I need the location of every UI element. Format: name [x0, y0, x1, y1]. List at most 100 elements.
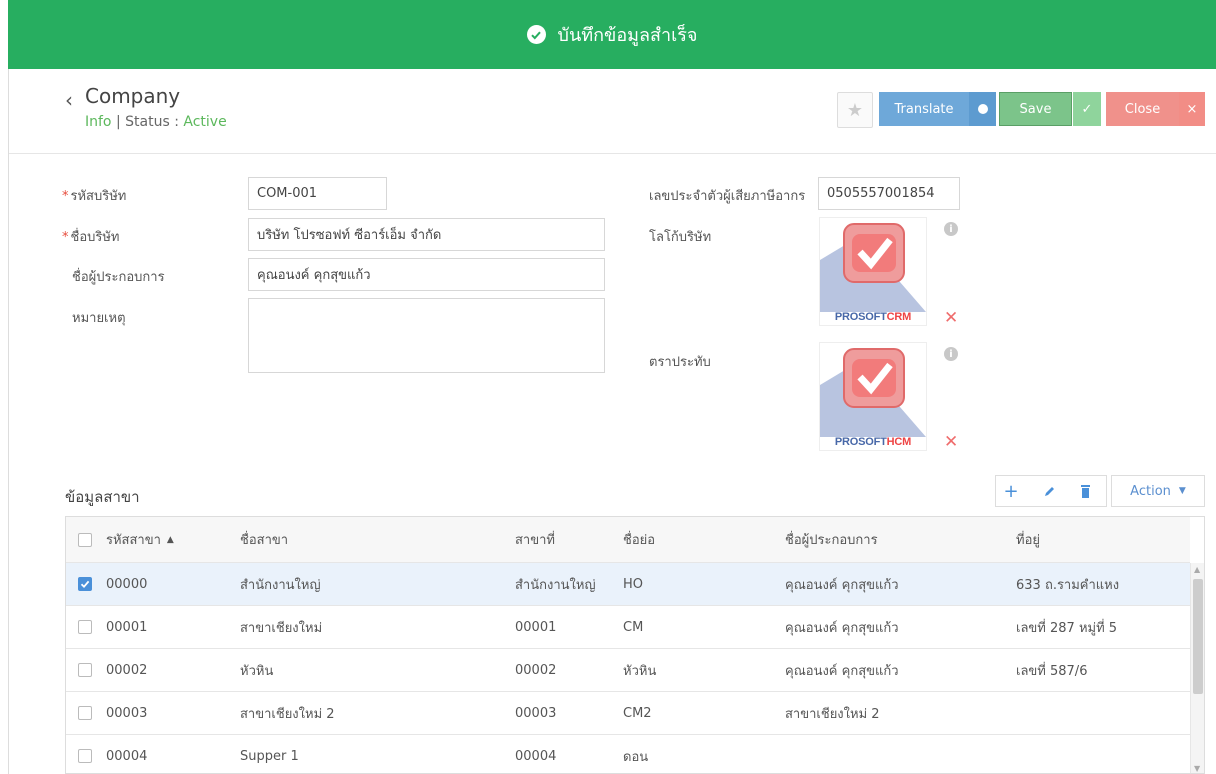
sort-asc-icon: ▲: [166, 534, 174, 545]
scrollbar-thumb[interactable]: [1193, 579, 1203, 694]
checkmark-icon: [80, 580, 90, 589]
cell-name: Supper 1: [240, 748, 299, 764]
cell-branch-no: สำนักงานใหญ่: [515, 577, 596, 593]
page-title: Company: [85, 84, 181, 108]
company-name-label: * ชื่อบริษัท: [62, 230, 120, 245]
scroll-down-icon[interactable]: ▼: [1194, 764, 1200, 773]
translate-globe-button[interactable]: [969, 92, 996, 126]
logo-wordmark: PROSOFTCRM: [834, 311, 912, 323]
action-label: Action: [1130, 483, 1171, 499]
pencil-icon: [1044, 486, 1054, 496]
required-marker: *: [62, 189, 69, 204]
cell-code: 00004: [106, 748, 148, 764]
cell-operator: สาขาเชียงใหม่ 2: [785, 706, 880, 722]
add-branch-button[interactable]: +: [995, 475, 1027, 507]
row-checkbox[interactable]: [78, 620, 92, 634]
branch-table: รหัสสาขา ▲ ชื่อสาขา สาขาที่ ชื่อย่อ ชื่อ…: [65, 516, 1205, 774]
column-header-operator[interactable]: ชื่อผู้ประกอบการ: [785, 517, 878, 562]
row-checkbox[interactable]: [78, 663, 92, 677]
table-row[interactable]: 00002 หัวหิน 00002 หัวหิน คุณอนงค์ คุกสุขแก้…: [66, 649, 1190, 692]
close-icon: ×: [1186, 101, 1198, 117]
remove-stamp-icon[interactable]: ✕: [944, 432, 958, 452]
column-header-name[interactable]: ชื่อสาขา: [240, 517, 288, 562]
status-value: Active: [183, 114, 227, 130]
note-textarea[interactable]: [248, 298, 605, 373]
delete-branch-button[interactable]: [1069, 475, 1101, 507]
column-header-abbr[interactable]: ชื่อย่อ: [623, 517, 655, 562]
logo-graphic: [820, 223, 926, 312]
save-check-button[interactable]: ✓: [1073, 92, 1101, 126]
close-button[interactable]: Close: [1106, 92, 1179, 126]
save-button[interactable]: Save: [999, 92, 1072, 126]
table-scrollbar[interactable]: ▲ ▼: [1190, 563, 1204, 773]
column-header-address[interactable]: ที่อยู่: [1016, 517, 1040, 562]
breadcrumb: Info | Status : Active: [85, 114, 227, 130]
info-icon[interactable]: i: [944, 347, 958, 361]
cell-name: สาขาเชียงใหม่: [240, 620, 323, 636]
operator-label: ชื่อผู้ประกอบการ: [72, 270, 165, 285]
company-name-input[interactable]: บริษัท โปรซอฟท์ ซีอาร์เอ็ม จำกัด: [248, 218, 605, 251]
table-row[interactable]: 00001 สาขาเชียงใหม่ 00001 CM คุณอนงค์ คุกสุข…: [66, 606, 1190, 649]
tax-id-input[interactable]: 0505557001854: [818, 177, 960, 210]
stamp-label: ตราประทับ: [649, 355, 711, 370]
select-all-checkbox[interactable]: [78, 533, 92, 547]
success-toast: บันทึกข้อมูลสำเร็จ: [8, 0, 1216, 69]
row-checkbox[interactable]: [78, 749, 92, 763]
cell-code: 00003: [106, 705, 148, 721]
company-code-input[interactable]: COM-001: [248, 177, 387, 210]
status-colon: :: [174, 114, 179, 130]
chevron-left-icon[interactable]: ‹: [65, 88, 73, 112]
row-checkbox[interactable]: [78, 577, 92, 591]
table-header-row: รหัสสาขา ▲ ชื่อสาขา สาขาที่ ชื่อย่อ ชื่อ…: [66, 517, 1190, 563]
status-label: Status: [125, 114, 170, 130]
table-row[interactable]: 00003 สาขาเชียงใหม่ 2 00003 CM2 สาขาเชียงใหม…: [66, 692, 1190, 735]
cell-abbr: CM2: [623, 705, 652, 721]
cell-code: 00001: [106, 619, 148, 635]
table-row[interactable]: 00004 Supper 1 00004 ดอน: [66, 735, 1190, 773]
company-logo-image[interactable]: PROSOFTCRM: [819, 217, 927, 326]
table-row[interactable]: 00000 สำนักงานใหญ่ สำนักงานใหญ่ HO คุณอนงค์ …: [66, 563, 1190, 606]
translate-button[interactable]: Translate: [879, 92, 969, 126]
company-stamp-image[interactable]: PROSOFTHCM: [819, 342, 927, 451]
cell-operator: คุณอนงค์ คุกสุขแก้ว: [785, 663, 899, 679]
trash-icon: [1080, 484, 1090, 498]
cell-branch-no: 00004: [515, 748, 557, 764]
remove-logo-icon[interactable]: ✕: [944, 308, 958, 328]
stamp-graphic: [820, 348, 926, 437]
cell-abbr: HO: [623, 576, 644, 592]
translate-label: Translate: [894, 101, 954, 117]
cell-address: 633 ถ.รามคำแหง: [1016, 577, 1120, 593]
toast-message: บันทึกข้อมูลสำเร็จ: [557, 25, 698, 46]
cell-name: หัวหิน: [240, 663, 274, 679]
breadcrumb-separator: |: [115, 114, 121, 130]
check-circle-icon: [526, 25, 546, 44]
close-label: Close: [1124, 101, 1161, 117]
row-checkbox[interactable]: [78, 706, 92, 720]
info-link[interactable]: Info: [85, 114, 112, 130]
required-marker: *: [62, 230, 69, 245]
cell-code: 00002: [106, 662, 148, 678]
caret-down-icon: ▼: [1178, 486, 1186, 496]
note-label: หมายเหตุ: [72, 311, 126, 326]
tax-id-label: เลขประจำตัวผู้เสียภาษีอากร: [649, 189, 806, 204]
close-x-button[interactable]: ×: [1179, 92, 1205, 126]
company-code-label: * รหัสบริษัท: [62, 189, 127, 204]
scroll-up-icon[interactable]: ▲: [1194, 565, 1200, 574]
column-header-branch-no[interactable]: สาขาที่: [515, 517, 555, 562]
cell-code: 00000: [106, 576, 148, 592]
favorite-star-button[interactable]: ★: [837, 92, 873, 128]
operator-input[interactable]: คุณอนงค์ คุกสุขแก้ว: [248, 258, 605, 291]
cell-address: เลขที่ 587/6: [1016, 663, 1088, 679]
action-dropdown[interactable]: Action ▼: [1111, 475, 1205, 507]
cell-address: เลขที่ 287 หมู่ที่ 5: [1016, 620, 1118, 636]
check-icon: ✓: [1081, 101, 1093, 117]
info-icon[interactable]: i: [944, 222, 958, 236]
cell-operator: คุณอนงค์ คุกสุขแก้ว: [785, 577, 899, 593]
column-header-code[interactable]: รหัสสาขา ▲: [106, 517, 174, 562]
cell-branch-no: 00001: [515, 619, 557, 635]
cell-branch-no: 00002: [515, 662, 557, 678]
branch-section-title: ข้อมูลสาขา: [65, 488, 140, 506]
stamp-wordmark: PROSOFTHCM: [834, 436, 912, 448]
logo-label: โลโก้บริษัท: [649, 230, 712, 245]
edit-branch-button[interactable]: [1033, 475, 1065, 507]
